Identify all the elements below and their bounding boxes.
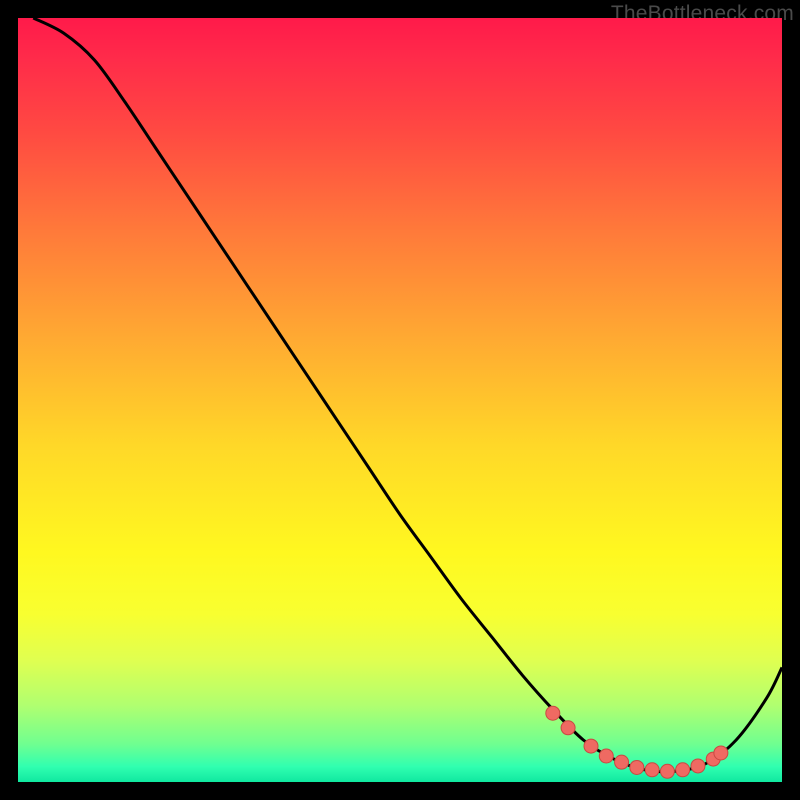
curve-marker — [584, 739, 598, 753]
curve-marker — [714, 746, 728, 760]
curve-marker — [691, 759, 705, 773]
chart-container: TheBottleneck.com — [0, 0, 800, 800]
curve-marker — [599, 749, 613, 763]
plot-area — [18, 18, 782, 782]
curve-marker — [561, 721, 575, 735]
curve-marker — [630, 760, 644, 774]
curve-marker — [615, 755, 629, 769]
curve-marker — [546, 706, 560, 720]
marker-group — [546, 706, 728, 778]
curve-marker — [660, 764, 674, 778]
bottleneck-curve — [33, 18, 782, 772]
curve-marker — [676, 763, 690, 777]
curve-svg — [18, 18, 782, 782]
curve-marker — [645, 763, 659, 777]
